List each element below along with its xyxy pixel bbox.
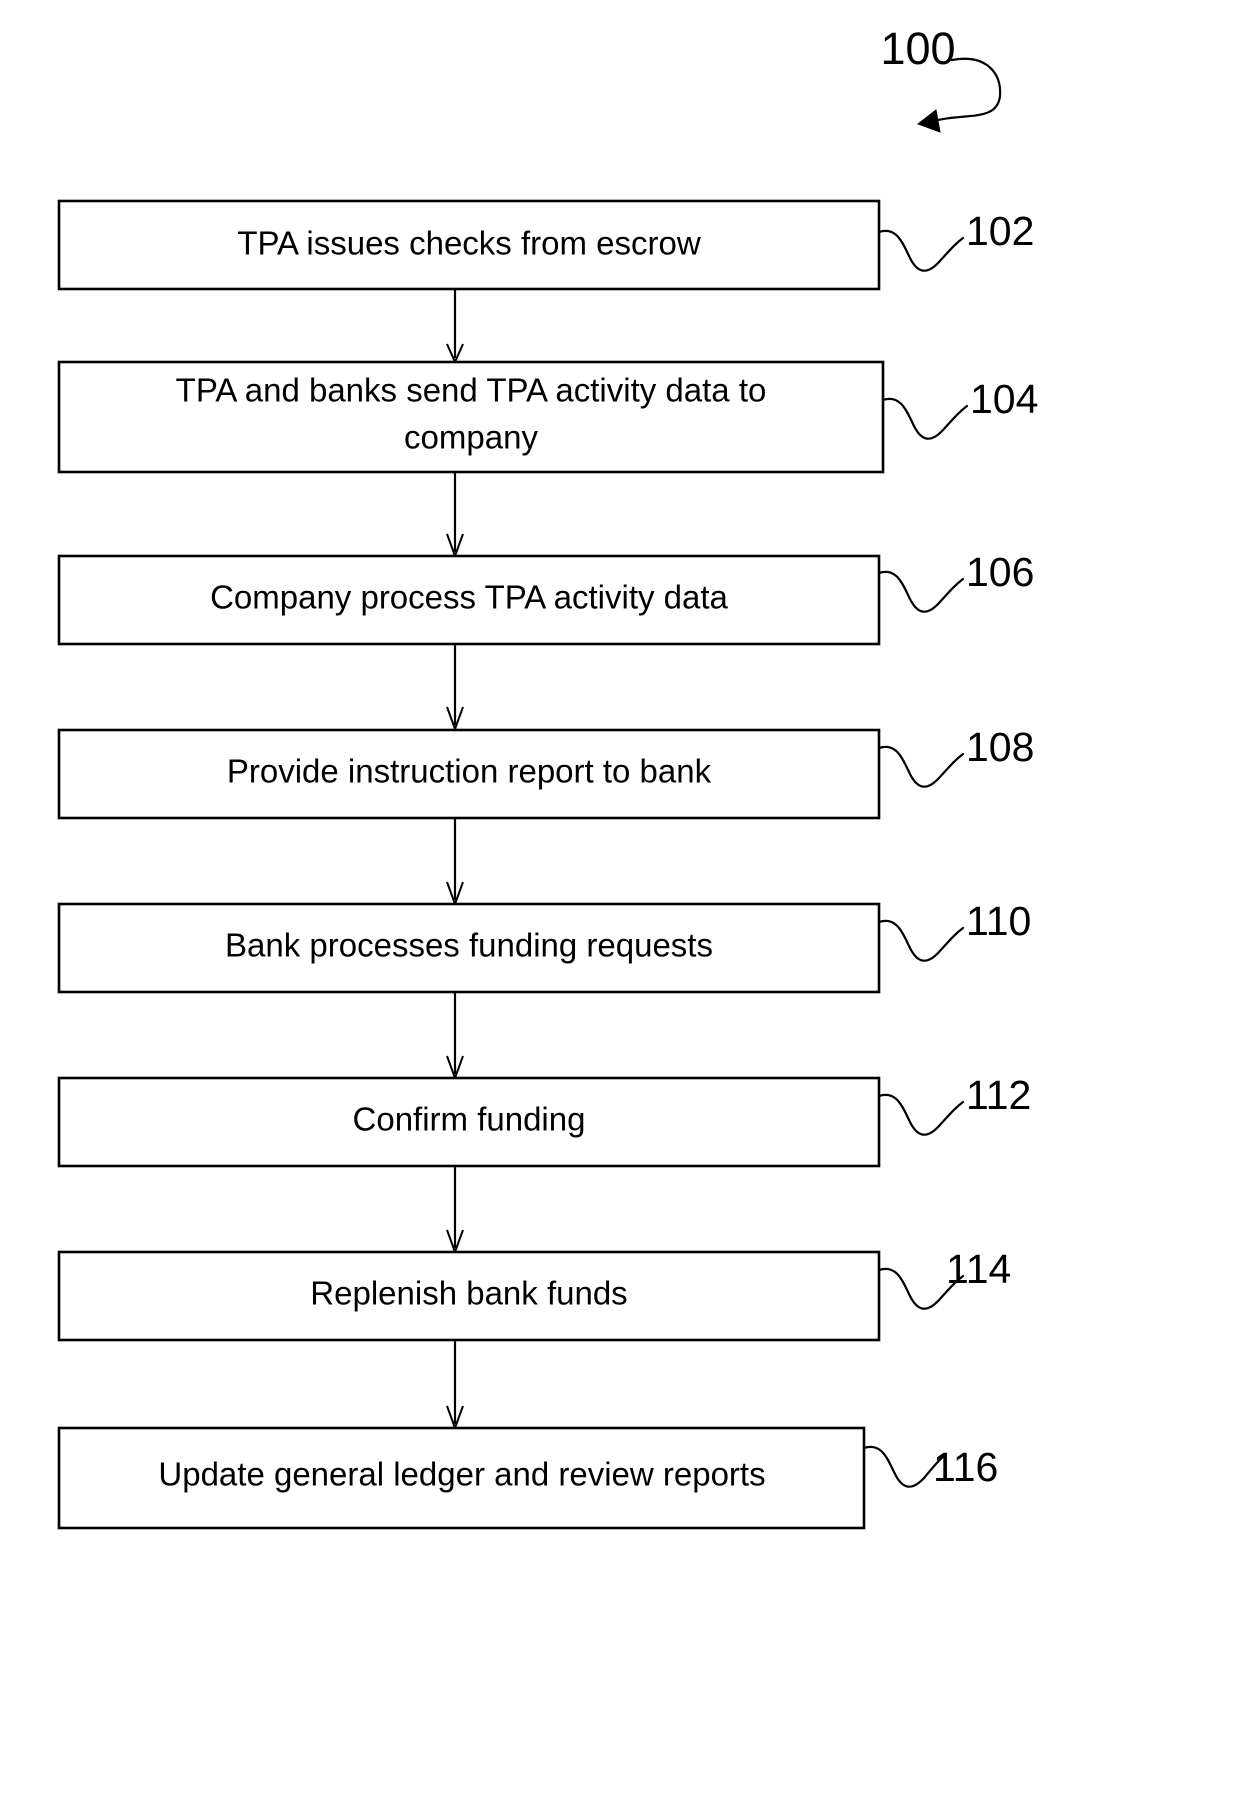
process-box-110-label: Bank processes funding requests <box>225 927 713 964</box>
reference-numeral-106: 106 <box>966 549 1034 595</box>
flow-step-110[interactable]: Bank processes funding requests 110 <box>57 898 1031 994</box>
flow-step-108[interactable]: Provide instruction report to bank 108 <box>57 724 1034 820</box>
process-box-104-label-line1: TPA and banks send TPA activity data to <box>176 372 767 409</box>
process-box-102-label: TPA issues checks from escrow <box>237 225 701 262</box>
flow-step-114[interactable]: Replenish bank funds 114 <box>57 1246 1011 1342</box>
reference-numeral-116: 116 <box>933 1444 998 1490</box>
flow-step-104[interactable]: TPA and banks send TPA activity data to … <box>57 360 1038 474</box>
leader-line-112 <box>877 1093 965 1136</box>
leader-line-110 <box>877 919 965 962</box>
flow-step-106[interactable]: Company process TPA activity data 106 <box>57 549 1034 646</box>
connector-108-110 <box>446 818 464 907</box>
reference-numeral-104: 104 <box>970 376 1038 422</box>
reference-numeral-110: 110 <box>966 898 1031 944</box>
process-box-108-label: Provide instruction report to bank <box>227 753 712 790</box>
figure-page: 100 TPA issues checks from escrow 102 TP… <box>0 0 1242 1815</box>
process-box-106-label: Company process TPA activity data <box>210 579 728 616</box>
leader-line-102 <box>877 229 965 272</box>
connector-106-108 <box>446 644 464 732</box>
flow-step-116[interactable]: Update general ledger and review reports… <box>57 1426 998 1530</box>
leader-line-108 <box>877 745 965 788</box>
reference-numeral-108: 108 <box>966 724 1034 770</box>
figure-number: 100 <box>880 23 955 74</box>
connector-110-112 <box>446 992 464 1081</box>
connector-112-114 <box>446 1166 464 1255</box>
connector-102-104 <box>446 289 464 365</box>
flow-step-112[interactable]: Confirm funding 112 <box>57 1072 1031 1168</box>
reference-numeral-102: 102 <box>966 208 1034 254</box>
flow-step-102[interactable]: TPA issues checks from escrow 102 <box>57 199 1034 291</box>
process-box-104-label-line2: company <box>404 419 538 456</box>
figure-reference-group: 100 <box>880 23 1002 133</box>
leader-line-104 <box>881 397 969 440</box>
reference-numeral-112: 112 <box>966 1072 1031 1118</box>
connector-114-116 <box>446 1340 464 1431</box>
figure-pointer-arrowhead <box>916 109 941 133</box>
connector-104-106 <box>446 472 464 559</box>
process-box-114-label: Replenish bank funds <box>310 1275 627 1312</box>
reference-numeral-114: 114 <box>946 1246 1011 1292</box>
process-box-112-label: Confirm funding <box>353 1101 586 1138</box>
leader-line-106 <box>877 570 965 613</box>
flowchart-canvas: 100 TPA issues checks from escrow 102 TP… <box>57 23 1038 1530</box>
process-box-116-label: Update general ledger and review reports <box>158 1456 765 1493</box>
